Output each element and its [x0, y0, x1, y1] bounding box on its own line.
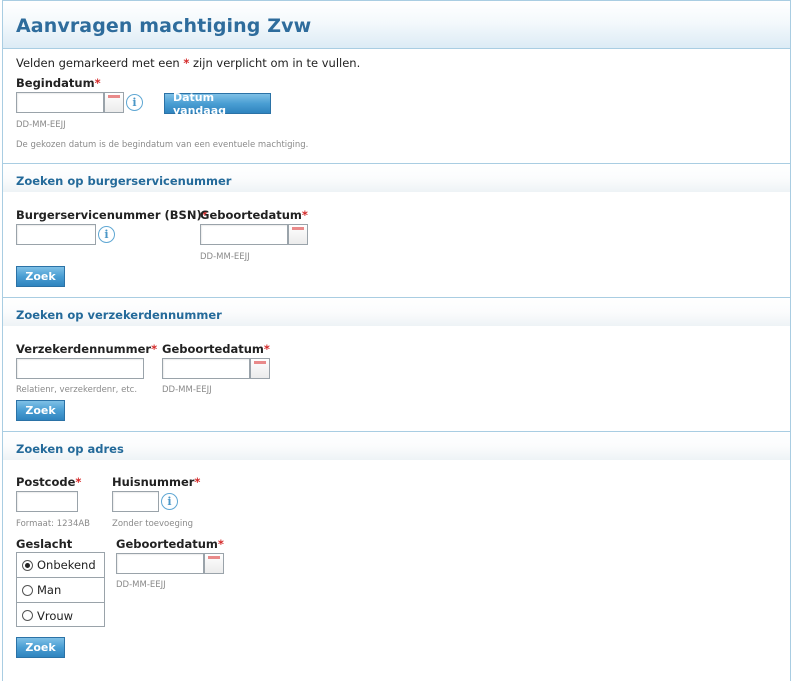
- gender-option-man[interactable]: Man: [17, 578, 104, 603]
- required-star: *: [194, 475, 201, 489]
- bsn-section-header: Zoeken op burgerservicenummer: [3, 164, 790, 192]
- calendar-icon[interactable]: [204, 553, 224, 574]
- bsn-dob-format-hint: DD-MM-EEJJ: [200, 252, 250, 262]
- address-dob-label: Geboortedatum*: [116, 537, 224, 551]
- postcode-label-text: Postcode: [16, 475, 76, 489]
- bsn-dob-label-text: Geboortedatum: [200, 208, 302, 222]
- insured-dob-label-text: Geboortedatum: [162, 342, 264, 356]
- address-section-title: Zoeken op adres: [16, 442, 124, 456]
- bsn-label-text: Burgerservicenummer (BSN): [16, 208, 202, 222]
- address-dob-input[interactable]: [116, 553, 204, 574]
- gender-option-label: Onbekend: [37, 558, 96, 572]
- radio-icon[interactable]: [22, 584, 33, 596]
- insured-search-button[interactable]: Zoek: [16, 400, 65, 421]
- address-dob-label-text: Geboortedatum: [116, 537, 218, 551]
- address-dob-format-hint: DD-MM-EEJJ: [116, 580, 166, 590]
- insured-section-header: Zoeken op verzekerdennummer: [3, 298, 790, 326]
- insured-section-title: Zoeken op verzekerdennummer: [16, 308, 222, 322]
- postcode-input[interactable]: [16, 491, 78, 512]
- required-star: *: [217, 537, 224, 551]
- gender-option-label: Man: [37, 583, 62, 597]
- postcode-format-hint: Formaat: 1234AB: [16, 519, 91, 529]
- page-title: Aanvragen machtiging Zvw: [16, 15, 312, 37]
- info-icon[interactable]: i: [161, 493, 178, 510]
- house-number-label-text: Huisnummer: [112, 475, 195, 489]
- gender-radio-group: Onbekend Man Vrouw: [16, 552, 105, 627]
- calendar-icon[interactable]: [250, 358, 270, 379]
- form-panel: Aanvragen machtiging Zvw Velden gemarkee…: [2, 0, 791, 681]
- start-date-input[interactable]: [16, 92, 104, 113]
- bsn-dob-label: Geboortedatum*: [200, 208, 308, 222]
- postcode-label: Postcode*: [16, 475, 81, 489]
- bsn-dob-input[interactable]: [200, 224, 288, 245]
- calendar-icon[interactable]: [104, 92, 124, 113]
- gender-option-label: Vrouw: [37, 608, 74, 623]
- bsn-section-title: Zoeken op burgerservicenummer: [16, 174, 232, 188]
- insured-dob-format-hint: DD-MM-EEJJ: [162, 385, 212, 395]
- insured-number-hint: Relatienr, verzekerdenr, etc.: [16, 385, 138, 395]
- address-search-button[interactable]: Zoek: [16, 637, 65, 658]
- house-number-input[interactable]: [112, 491, 159, 512]
- required-star: *: [75, 475, 82, 489]
- address-section-header: Zoeken op adres: [3, 432, 790, 460]
- insured-number-label: Verzekerdennummer*: [16, 342, 157, 356]
- required-star: *: [301, 208, 308, 222]
- required-star: *: [94, 76, 101, 90]
- required-star: *: [263, 342, 270, 356]
- gender-label: Geslacht: [16, 537, 73, 551]
- start-date-label-text: Begindatum: [16, 76, 95, 90]
- required-note-text-end: zijn verplicht om in te vullen.: [189, 56, 361, 70]
- bsn-input[interactable]: [16, 224, 96, 245]
- start-date-label: Begindatum*: [16, 76, 101, 90]
- today-date-button[interactable]: Datum vandaag: [164, 91, 271, 117]
- radio-icon[interactable]: [22, 610, 33, 621]
- radio-selected-icon[interactable]: [22, 559, 33, 571]
- start-date-description: De gekozen datum is de begindatum van ee…: [16, 140, 309, 150]
- gender-option-onbekend[interactable]: Onbekend: [17, 553, 104, 578]
- house-number-hint: Zonder toevoeging: [112, 519, 193, 529]
- bsn-search-button[interactable]: Zoek: [16, 266, 65, 287]
- calendar-icon[interactable]: [288, 224, 308, 245]
- start-date-format-hint: DD-MM-EEJJ: [16, 120, 66, 130]
- house-number-label: Huisnummer*: [112, 475, 200, 489]
- insured-number-label-text: Verzekerdennummer: [16, 342, 152, 356]
- insured-number-input[interactable]: [16, 358, 144, 379]
- bsn-label: Burgerservicenummer (BSN)*: [16, 208, 208, 222]
- page-header: Aanvragen machtiging Zvw: [3, 1, 790, 49]
- info-icon[interactable]: i: [126, 94, 143, 111]
- info-icon[interactable]: i: [98, 226, 115, 243]
- required-fields-note: Velden gemarkeerd met een * zijn verplic…: [16, 56, 360, 70]
- gender-option-vrouw[interactable]: Vrouw: [17, 603, 104, 628]
- insured-dob-input[interactable]: [162, 358, 250, 379]
- required-note-text: Velden gemarkeerd met een: [16, 56, 184, 70]
- required-star: *: [151, 342, 158, 356]
- insured-dob-label: Geboortedatum*: [162, 342, 270, 356]
